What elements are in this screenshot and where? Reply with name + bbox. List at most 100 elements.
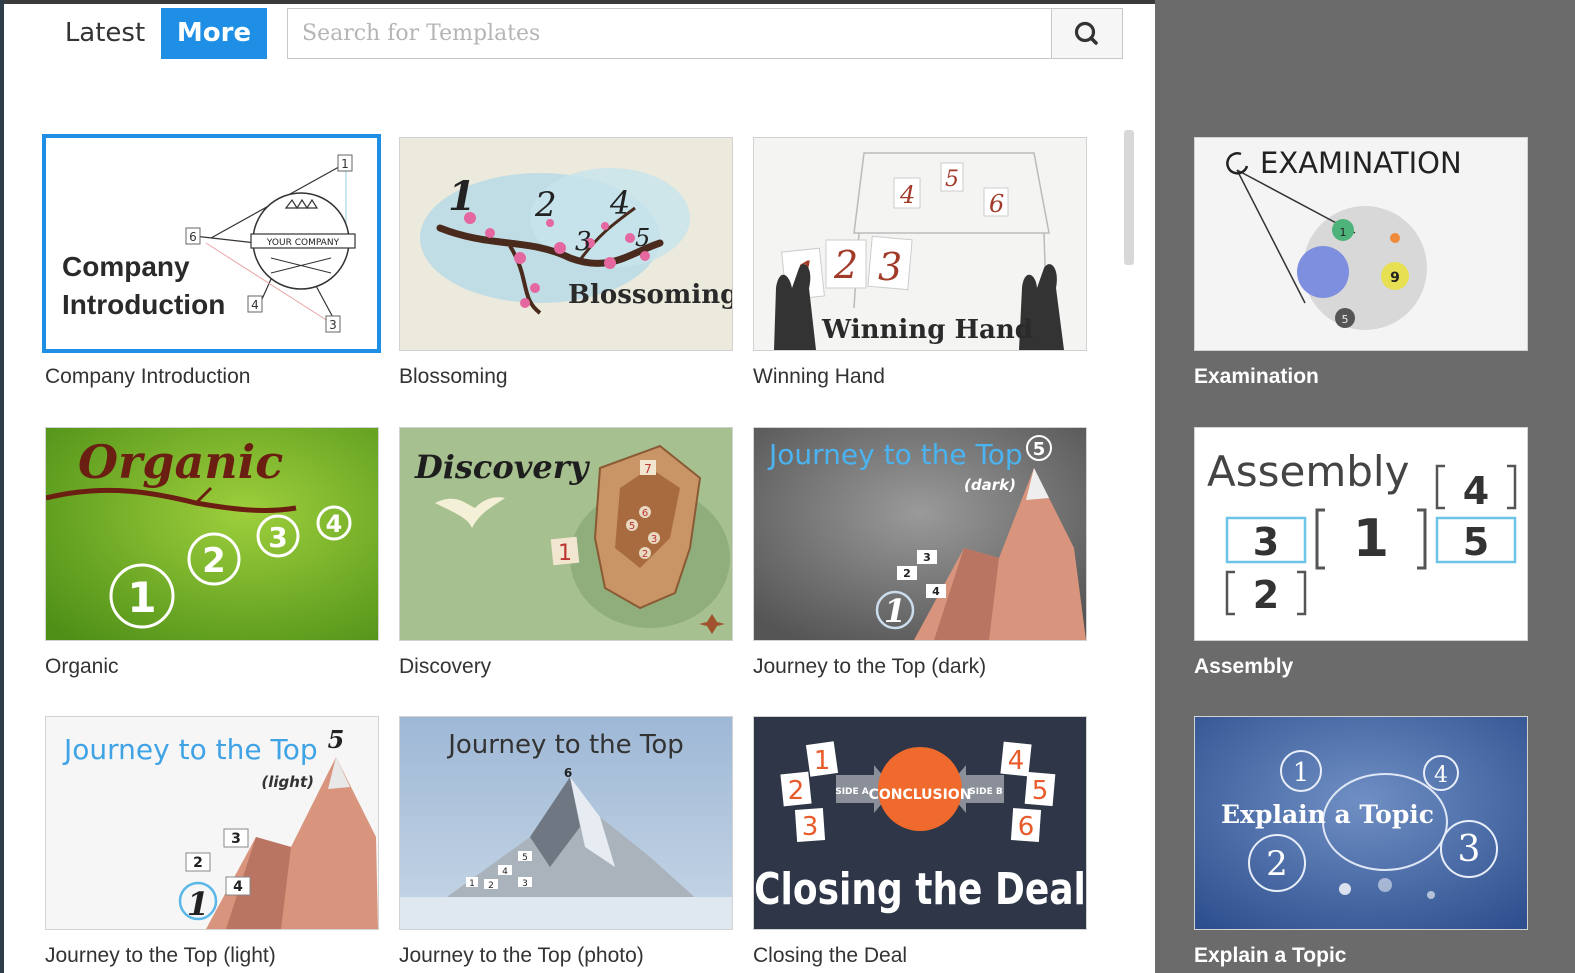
thumb-number: 2 xyxy=(202,541,226,581)
thumb-label: CONCLUSION xyxy=(869,787,972,803)
thumb-number: 6 xyxy=(989,190,1004,218)
thumb-number: 6 xyxy=(1018,812,1035,842)
thumb-number: 4 xyxy=(609,184,630,222)
template-caption: Assembly xyxy=(1194,655,1294,678)
thumb-number: 4 xyxy=(1434,763,1448,788)
template-thumbnail[interactable]: 1 9 5 EXAMINATION xyxy=(1194,137,1528,351)
thumb-number: 2 xyxy=(642,549,648,560)
thumb-number: 2 xyxy=(833,243,858,287)
thumb-number: 3 xyxy=(1253,520,1279,564)
thumb-number: 2 xyxy=(193,855,203,871)
thumb-number: 9 xyxy=(1390,270,1400,286)
thumb-subtitle: (dark) xyxy=(964,476,1016,494)
thumb-number: 2 xyxy=(903,567,911,580)
template-thumbnail[interactable]: 5 Journey to the Top (dark) 3 2 4 1 xyxy=(753,427,1087,641)
thumb-number: 6 xyxy=(189,230,197,244)
thumb-number: 4 xyxy=(326,510,343,538)
thumb-number: 3 xyxy=(575,227,592,257)
thumb-number: 5 xyxy=(1033,439,1046,460)
thumb-number: 1 xyxy=(469,879,475,889)
thumb-number: 1 xyxy=(884,592,906,630)
template-thumbnail[interactable]: Assembly 3 5 1 4 2 xyxy=(1194,427,1528,641)
thumb-number: 2 xyxy=(1253,573,1279,617)
thumb-number: 1 xyxy=(448,173,476,220)
thumb-number: 5 xyxy=(945,167,959,192)
thumb-number: 4 xyxy=(502,867,508,877)
thumb-subtitle: (light) xyxy=(261,773,314,791)
thumb-number: 5 xyxy=(1342,313,1349,326)
thumb-label: SIDE B xyxy=(969,787,1003,797)
template-thumbnail[interactable]: Organic 1 2 3 4 xyxy=(45,427,379,641)
thumb-number: 4 xyxy=(1463,469,1489,513)
thumb-title: Journey to the Top xyxy=(767,438,1023,471)
thumb-number: 1 xyxy=(1353,509,1389,569)
thumb-title: Journey to the Top xyxy=(62,733,318,766)
tab-more[interactable]: More xyxy=(161,8,267,59)
thumb-number: 5 xyxy=(1032,776,1049,806)
thumb-number: 3 xyxy=(268,521,287,554)
thumb-number: 4 xyxy=(899,181,915,209)
thumb-number: 5 xyxy=(629,521,635,532)
template-caption: Journey to the Top (light) xyxy=(45,944,276,967)
template-thumbnail[interactable]: 7 6 5 3 2 1 Discovery xyxy=(399,427,733,641)
template-caption: Journey to the Top (dark) xyxy=(753,655,987,678)
search-button[interactable] xyxy=(1051,9,1122,58)
thumb-number: 3 xyxy=(522,879,528,889)
template-caption: Blossoming xyxy=(399,365,508,388)
thumb-number: 4 xyxy=(1008,746,1025,776)
thumb-number: 6 xyxy=(564,766,572,780)
thumb-number: 1 xyxy=(127,573,156,622)
thumb-number: 3 xyxy=(923,551,931,564)
thumb-number: 1 xyxy=(814,746,831,776)
thumb-number: 4 xyxy=(233,879,243,895)
thumb-title: Organic xyxy=(78,435,283,489)
thumb-number: 6 xyxy=(642,508,648,519)
template-thumbnail[interactable]: 1 2 4 3 5 Blossoming xyxy=(399,137,733,351)
thumb-number: 4 xyxy=(932,585,940,598)
thumb-number: 2 xyxy=(1266,844,1288,884)
thumb-number: 2 xyxy=(788,776,805,806)
thumb-title: Explain a Topic xyxy=(1221,800,1434,829)
thumb-title: Company xyxy=(62,251,190,282)
thumb-number: 1 xyxy=(1340,226,1347,239)
thumb-number: 1 xyxy=(558,541,572,566)
template-thumbnail[interactable]: 4 5 6 1 2 3 Winning Hand xyxy=(753,137,1087,351)
template-thumbnail[interactable]: Journey to the Top 6 5 4 3 2 1 xyxy=(399,716,733,930)
thumb-number: 1 xyxy=(341,157,349,171)
thumb-number: 4 xyxy=(251,298,259,312)
thumb-number: 5 xyxy=(1463,520,1489,564)
template-caption: Organic xyxy=(45,655,119,678)
thumb-title: EXAMINATION xyxy=(1260,146,1462,180)
thumb-title: Journey to the Top xyxy=(446,730,684,760)
thumb-number: 5 xyxy=(635,224,650,252)
template-caption: Closing the Deal xyxy=(753,944,908,967)
thumb-title: Discovery xyxy=(414,448,591,486)
scrollbar-thumb[interactable] xyxy=(1124,130,1134,265)
search-input[interactable] xyxy=(288,9,1052,58)
thumb-number: 3 xyxy=(651,534,657,545)
template-caption: Explain a Topic xyxy=(1194,944,1347,967)
tab-latest[interactable]: Latest xyxy=(60,8,150,59)
template-thumbnail[interactable]: YOUR COMPANY Company Introduction 1 3 4 … xyxy=(42,134,381,353)
thumb-number: 2 xyxy=(534,185,557,225)
thumb-label: SIDE A xyxy=(835,787,869,797)
thumb-number: 5 xyxy=(522,853,528,863)
thumb-title: Introduction xyxy=(62,289,225,320)
template-thumbnail[interactable]: 1 2 3 4 5 6 SIDE A SIDE B CONCLUSION Clo… xyxy=(753,716,1087,930)
template-caption: Discovery xyxy=(399,655,492,678)
thumb-number: 1 xyxy=(1293,758,1310,788)
thumb-number: 1 xyxy=(187,885,209,923)
template-caption: Winning Hand xyxy=(753,365,885,388)
thumb-number: 3 xyxy=(878,245,902,289)
thumb-number: 3 xyxy=(329,318,337,332)
thumb-title: Assembly xyxy=(1207,447,1409,496)
template-thumbnail[interactable]: 1 4 2 3 Explain a Topic xyxy=(1194,716,1528,930)
template-thumbnail[interactable]: Journey to the Top 5 (light) 3 2 4 1 xyxy=(45,716,379,930)
thumb-number: 3 xyxy=(802,812,819,842)
thumb-title: Winning Hand xyxy=(821,315,1033,345)
thumb-number: 2 xyxy=(488,881,494,891)
thumb-number: 5 xyxy=(328,725,345,754)
thumb-title: Closing the Deal xyxy=(754,865,1086,915)
template-caption: Journey to the Top (photo) xyxy=(399,944,644,967)
template-caption: Examination xyxy=(1194,365,1319,388)
